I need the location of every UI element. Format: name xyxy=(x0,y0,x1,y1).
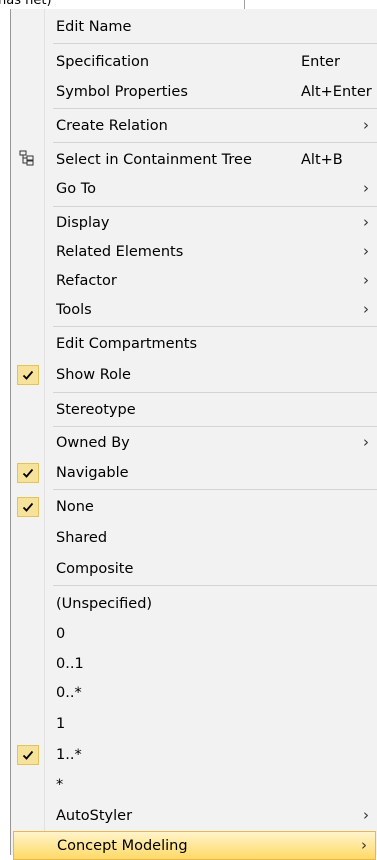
menu-item-composite[interactable]: Composite xyxy=(11,554,377,583)
menu-item-label: 1 xyxy=(56,715,66,732)
menu-item-label: Create Relation xyxy=(56,117,168,134)
submenu-arrow-icon: › xyxy=(363,805,369,824)
menu-item-autostyler[interactable]: AutoStyler › xyxy=(11,801,377,830)
menu-item-multiplicity-0-1[interactable]: 0..1 xyxy=(11,649,377,678)
menu-separator xyxy=(53,392,377,393)
menu-separator xyxy=(53,108,377,109)
menu-separator xyxy=(53,142,377,143)
diagram-divider xyxy=(244,0,245,9)
menu-item-label: Concept Modeling xyxy=(57,837,188,854)
menu-item-label: Symbol Properties xyxy=(56,83,188,100)
submenu-arrow-icon: › xyxy=(363,178,369,197)
menu-item-edit-name[interactable]: Edit Name xyxy=(11,12,377,41)
menu-item-label: Owned By xyxy=(56,434,130,451)
checkmark-icon xyxy=(17,496,39,517)
menu-item-label: Display xyxy=(56,214,110,231)
menu-item-go-to[interactable]: Go To › xyxy=(11,174,377,203)
menu-separator xyxy=(53,426,377,427)
menu-item-label: Edit Name xyxy=(56,18,132,35)
menu-item-label: 0..1 xyxy=(56,655,84,672)
diagram-label-fragment: has net) xyxy=(0,0,52,8)
menu-item-show-role[interactable]: Show Role xyxy=(11,360,377,389)
submenu-arrow-icon: › xyxy=(363,432,369,451)
menu-item-label: 0 xyxy=(56,625,66,642)
menu-item-symbol-properties[interactable]: Symbol Properties Alt+Enter xyxy=(11,77,377,106)
menu-item-label: 1..* xyxy=(56,746,82,763)
menu-separator xyxy=(53,585,377,586)
menu-item-label: Refactor xyxy=(56,272,117,289)
checkmark-icon xyxy=(17,744,39,765)
underlying-diagram-strip: has net) xyxy=(0,0,377,9)
menu-item-multiplicity-0-many[interactable]: 0..* xyxy=(11,678,377,707)
menu-separator xyxy=(53,326,377,327)
checkmark-icon xyxy=(17,462,39,483)
menu-separator xyxy=(53,43,377,44)
menu-item-navigable[interactable]: Navigable xyxy=(11,458,377,487)
menu-item-label: Navigable xyxy=(56,464,129,481)
menu-item-label: Shared xyxy=(56,529,108,546)
menu-separator xyxy=(53,489,377,490)
submenu-arrow-icon: › xyxy=(363,212,369,231)
menu-item-shortcut: Alt+Enter xyxy=(301,83,372,100)
menu-item-label: * xyxy=(56,776,64,793)
menu-item-label: Tools xyxy=(56,301,92,318)
menu-item-label: Go To xyxy=(56,180,96,197)
menu-item-specification[interactable]: Specification Enter xyxy=(11,47,377,76)
menu-item-multiplicity-1-many[interactable]: 1..* xyxy=(11,740,377,769)
menu-item-unspecified[interactable]: (Unspecified) xyxy=(11,589,377,618)
menu-item-related-elements[interactable]: Related Elements › xyxy=(11,237,377,266)
menu-item-refactor[interactable]: Refactor › xyxy=(11,266,377,295)
menu-item-label: Edit Compartments xyxy=(56,335,198,352)
menu-item-multiplicity-0[interactable]: 0 xyxy=(11,619,377,648)
context-menu: Edit Name Specification Enter Symbol Pro… xyxy=(10,9,377,860)
menu-item-label: Select in Containment Tree xyxy=(56,151,252,168)
menu-item-label: (Unspecified) xyxy=(56,595,153,612)
menu-item-label: Show Role xyxy=(56,366,131,383)
menu-item-label: Related Elements xyxy=(56,243,184,260)
menu-item-select-in-containment-tree[interactable]: Select in Containment Tree Alt+B xyxy=(11,145,377,174)
menu-item-label: Specification xyxy=(56,53,150,70)
submenu-arrow-icon: › xyxy=(363,241,369,260)
submenu-arrow-icon: › xyxy=(363,115,369,134)
menu-item-shortcut: Enter xyxy=(301,53,340,70)
submenu-arrow-icon: › xyxy=(363,270,369,289)
submenu-arrow-icon: › xyxy=(363,299,369,318)
menu-item-tools[interactable]: Tools › xyxy=(11,295,377,324)
menu-item-multiplicity-1[interactable]: 1 xyxy=(11,709,377,738)
menu-item-multiplicity-many[interactable]: * xyxy=(11,770,377,799)
menu-item-edit-compartments[interactable]: Edit Compartments xyxy=(11,329,377,358)
menu-item-label: 0..* xyxy=(56,684,82,701)
checkmark-icon xyxy=(17,364,39,385)
menu-item-shortcut: Alt+B xyxy=(301,151,343,168)
submenu-arrow-icon: › xyxy=(361,835,367,854)
menu-item-label: None xyxy=(56,498,94,515)
menu-item-none[interactable]: None xyxy=(11,492,377,521)
menu-item-display[interactable]: Display › xyxy=(11,208,377,237)
menu-item-stereotype[interactable]: Stereotype xyxy=(11,395,377,424)
menu-item-label: Composite xyxy=(56,560,134,577)
menu-item-create-relation[interactable]: Create Relation › xyxy=(11,111,377,140)
menu-item-concept-modeling[interactable]: Concept Modeling › xyxy=(13,831,376,860)
containment-tree-icon xyxy=(19,150,35,170)
menu-separator xyxy=(53,206,377,207)
menu-item-label: AutoStyler xyxy=(56,807,133,824)
menu-item-shared[interactable]: Shared xyxy=(11,523,377,552)
menu-item-label: Stereotype xyxy=(56,401,136,418)
menu-item-owned-by[interactable]: Owned By › xyxy=(11,428,377,457)
